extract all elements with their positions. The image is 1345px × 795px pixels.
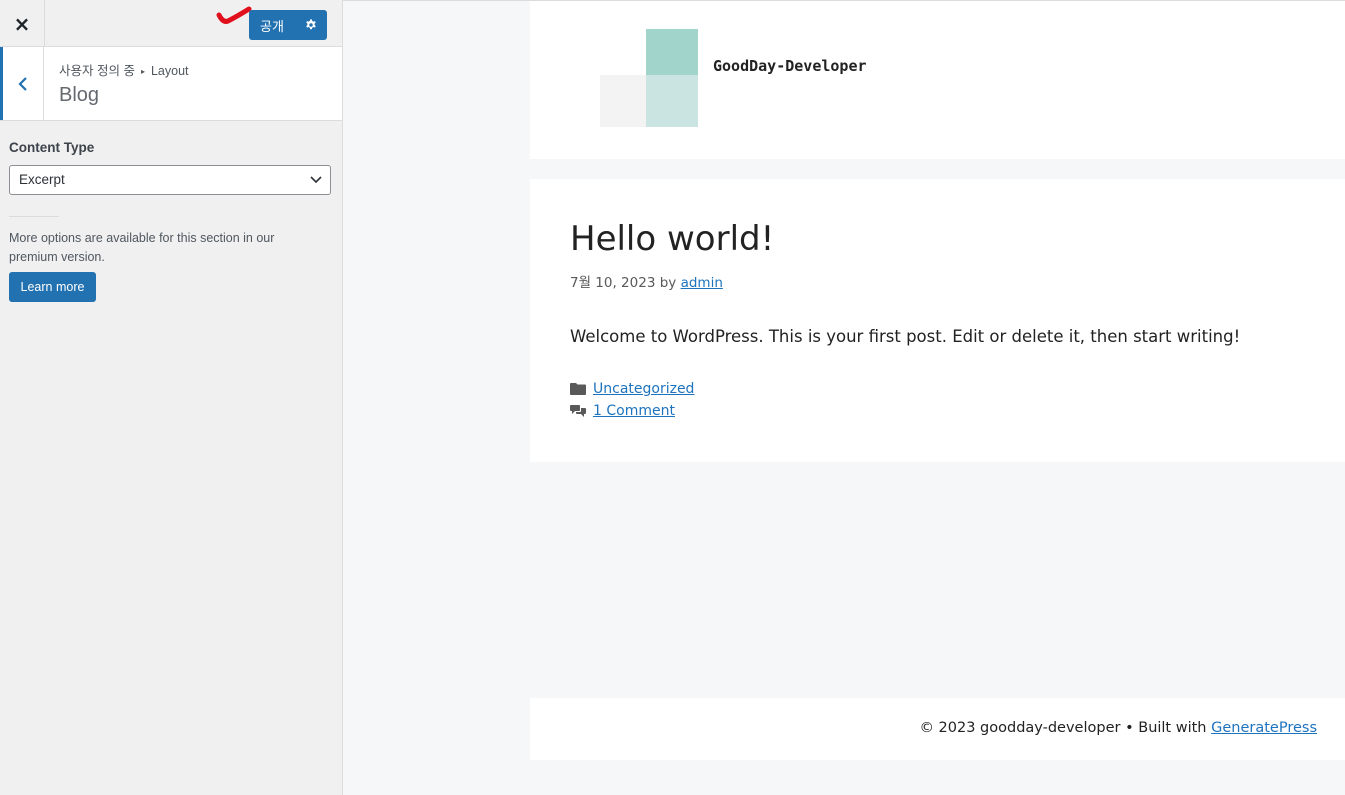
site-title[interactable]: GoodDay-Developer bbox=[713, 57, 867, 75]
publish-settings-button[interactable] bbox=[295, 10, 327, 40]
divider bbox=[9, 216, 59, 217]
post-title[interactable]: Hello world! bbox=[570, 219, 774, 259]
customizer-sidebar: × 공개 사용자 정의 중 ▸ Layout Blog Content Type E… bbox=[0, 0, 343, 795]
chevron-down-icon bbox=[310, 176, 322, 184]
post-excerpt: Welcome to WordPress. This is your first… bbox=[570, 327, 1241, 346]
content-type-label: Content Type bbox=[9, 140, 95, 155]
customizer-topbar: × 공개 bbox=[0, 0, 342, 47]
close-icon: × bbox=[13, 11, 31, 36]
learn-more-button[interactable]: Learn more bbox=[9, 272, 96, 302]
post-by-label: by bbox=[659, 275, 677, 291]
comments-icon bbox=[570, 404, 586, 418]
post-article: Hello world! 7월 10, 2023 by admin Welcom… bbox=[530, 179, 1345, 462]
site-logo[interactable] bbox=[600, 29, 698, 127]
close-customizer-button[interactable]: × bbox=[0, 0, 45, 47]
post-comments-row: 1 Comment bbox=[570, 403, 675, 419]
red-checkmark-annotation bbox=[216, 6, 252, 24]
site-preview: GoodDay-Developer Hello world! 7월 10, 20… bbox=[343, 0, 1345, 795]
folder-icon bbox=[570, 382, 586, 396]
content-type-select[interactable]: Excerpt bbox=[9, 165, 331, 195]
section-header: 사용자 정의 중 ▸ Layout Blog bbox=[0, 47, 342, 121]
back-button[interactable] bbox=[0, 47, 44, 120]
post-comments-link[interactable]: 1 Comment bbox=[593, 403, 675, 419]
section-title: Blog bbox=[59, 84, 100, 106]
breadcrumb-separator-icon: ▸ bbox=[140, 67, 145, 76]
footer-theme-link[interactable]: GeneratePress bbox=[1211, 720, 1317, 736]
breadcrumb: 사용자 정의 중 ▸ Layout bbox=[59, 60, 189, 79]
site-header: GoodDay-Developer bbox=[530, 1, 1345, 159]
footer-copyright-text: © 2023 goodday-developer • Built with bbox=[919, 720, 1207, 736]
publish-button-group: 공개 bbox=[249, 10, 327, 40]
post-category-row: Uncategorized bbox=[570, 381, 694, 397]
post-author-link[interactable]: admin bbox=[681, 275, 723, 291]
publish-button[interactable]: 공개 bbox=[249, 10, 295, 40]
post-category-link[interactable]: Uncategorized bbox=[593, 381, 694, 397]
site-footer: © 2023 goodday-developer • Built with Ge… bbox=[530, 698, 1345, 760]
content-type-selected-value: Excerpt bbox=[19, 172, 65, 187]
chevron-left-icon bbox=[18, 76, 27, 91]
post-meta: 7월 10, 2023 by admin bbox=[570, 271, 723, 291]
breadcrumb-parent: 사용자 정의 중 bbox=[59, 64, 135, 78]
footer-copyright: © 2023 goodday-developer • Built with Ge… bbox=[919, 720, 1317, 736]
post-date: 7월 10, 2023 bbox=[570, 275, 656, 291]
breadcrumb-current: Layout bbox=[150, 64, 189, 78]
gear-icon bbox=[306, 19, 316, 30]
premium-note: More options are available for this sect… bbox=[9, 231, 275, 264]
